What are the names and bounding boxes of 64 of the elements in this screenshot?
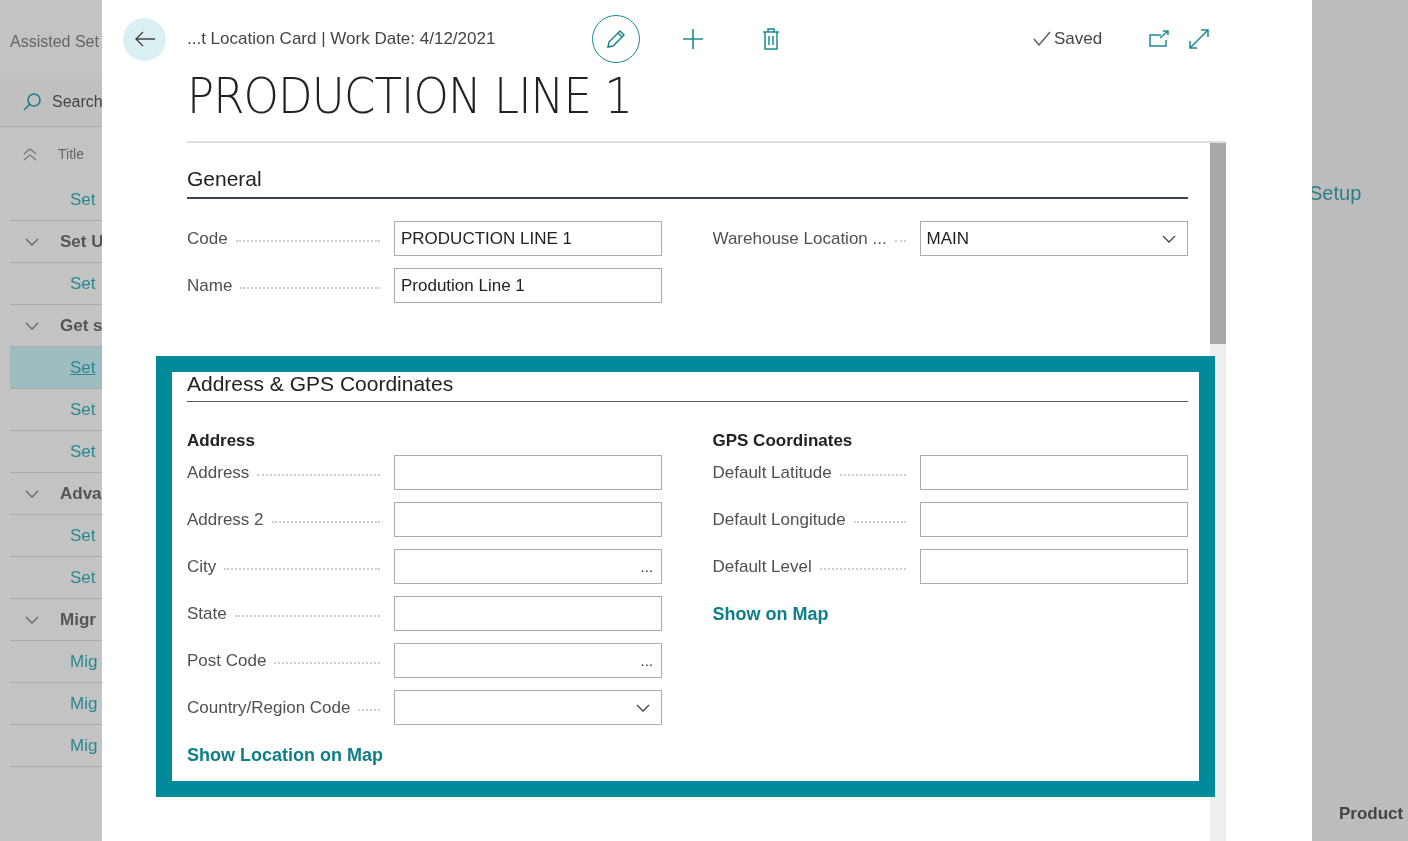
group-header: Migr — [60, 609, 96, 630]
field-label: Post Code — [187, 650, 267, 671]
trash-icon[interactable] — [762, 28, 780, 50]
scrollbar-thumb[interactable] — [1210, 143, 1226, 344]
input-field[interactable]: ... — [394, 643, 662, 678]
open-new-window-icon[interactable] — [1149, 30, 1170, 48]
field-label: Address 2 — [187, 509, 264, 530]
list-link[interactable]: Mig — [70, 651, 98, 672]
input-field[interactable]: Prodution Line 1 — [394, 268, 662, 303]
column-header: Title — [58, 146, 84, 162]
list-link[interactable]: Set — [70, 399, 96, 420]
field-label: Default Level — [712, 556, 812, 577]
search-icon — [22, 92, 42, 112]
card-title: PRODUCTION LINE 1 — [187, 66, 634, 127]
back-button[interactable] — [123, 17, 166, 61]
list-link[interactable]: Set — [70, 567, 96, 588]
list-link[interactable]: Mig — [70, 735, 98, 756]
list-link[interactable]: Mig — [70, 693, 98, 714]
group-heading: Address — [187, 431, 257, 452]
field-label: Country/Region Code — [187, 697, 351, 718]
group-header: Get s — [60, 315, 102, 336]
pencil-icon — [605, 28, 627, 50]
link[interactable]: Show on Map — [712, 604, 829, 625]
lookup-button[interactable]: ... — [640, 558, 653, 575]
list-link[interactable]: Set — [70, 273, 96, 294]
list-link[interactable]: Set — [70, 525, 96, 546]
checkmark-icon — [1033, 31, 1051, 47]
collapse-all-icon[interactable] — [22, 146, 38, 162]
field-label: Code — [187, 228, 228, 249]
breadcrumb: ...t Location Card | Work Date: 4/12/2021 — [187, 29, 497, 49]
field-label: Address — [187, 462, 250, 483]
save-status: Saved — [1054, 29, 1103, 49]
input-field[interactable] — [919, 455, 1188, 490]
link[interactable]: Setup — [1309, 182, 1408, 205]
input-field[interactable] — [394, 455, 662, 490]
list-link[interactable]: Set — [70, 189, 96, 210]
field-label: Default Latitude — [712, 462, 832, 483]
field-label: Default Longitude — [712, 509, 846, 530]
section-heading[interactable]: General — [187, 167, 1188, 199]
dropdown-field[interactable] — [394, 690, 662, 725]
input-field[interactable]: ... — [394, 549, 662, 584]
dropdown-field[interactable]: MAIN — [919, 221, 1188, 256]
plus-icon[interactable] — [682, 28, 704, 50]
input-field[interactable] — [919, 502, 1188, 537]
expand-icon[interactable] — [1189, 29, 1210, 49]
field-label: Warehouse Location ... — [712, 228, 887, 249]
group-heading: GPS Coordinates — [712, 431, 854, 452]
field-label: Name — [187, 275, 233, 296]
group-header: Set U — [60, 231, 102, 252]
link[interactable]: Show Location on Map — [187, 745, 383, 766]
section-heading[interactable]: Address & GPS Coordinates — [187, 372, 1188, 402]
page-title: Assisted Set — [10, 32, 100, 52]
input-field[interactable] — [919, 549, 1188, 584]
edit-button[interactable] — [592, 15, 640, 63]
field-label: State — [187, 603, 227, 624]
input-field[interactable] — [394, 596, 662, 631]
group-header: Adva — [60, 483, 102, 504]
input-field[interactable] — [394, 502, 662, 537]
back-arrow-icon — [133, 30, 156, 48]
column-header: Product — [1339, 804, 1404, 824]
field-label: City — [187, 556, 217, 577]
lookup-button[interactable]: ... — [640, 652, 653, 669]
input-field[interactable]: PRODUCTION LINE 1 — [394, 221, 662, 256]
list-link[interactable]: Set — [70, 441, 96, 462]
